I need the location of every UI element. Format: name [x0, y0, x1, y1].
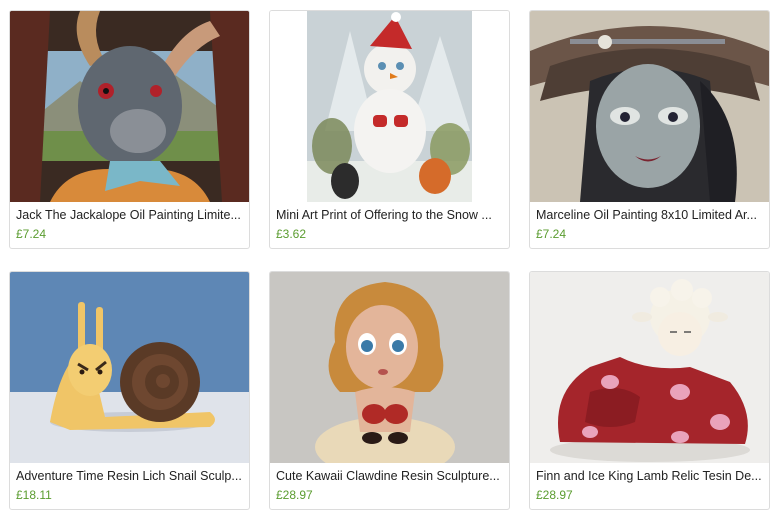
lamb-relic-sculpture-image	[530, 272, 769, 463]
clawdine-sculpture-image	[270, 272, 509, 463]
listing-image[interactable]	[10, 11, 249, 202]
listing-grid: Jack The Jackalope Oil Painting Limite..…	[0, 0, 778, 518]
listing-card[interactable]: Adventure Time Resin Lich Snail Sculp...…	[9, 271, 250, 510]
listing-price: £28.97	[276, 488, 313, 502]
listing-title[interactable]: Finn and Ice King Lamb Relic Tesin De...	[536, 469, 764, 483]
listing-price: £7.24	[16, 227, 47, 241]
listing-image[interactable]	[270, 272, 509, 463]
listing-image[interactable]	[530, 272, 769, 463]
listing-card[interactable]: Mini Art Print of Offering to the Snow .…	[269, 10, 510, 249]
listing-price: £28.97	[536, 488, 573, 502]
marceline-painting-image	[530, 11, 769, 202]
listing-image[interactable]	[10, 272, 249, 463]
listing-title[interactable]: Marceline Oil Painting 8x10 Limited Ar..…	[536, 208, 764, 222]
listing-card[interactable]: Cute Kawaii Clawdine Resin Sculpture... …	[269, 271, 510, 510]
listing-card[interactable]: Finn and Ice King Lamb Relic Tesin De...…	[529, 271, 770, 510]
listing-image[interactable]	[530, 11, 769, 202]
jackalope-painting-image	[10, 11, 249, 202]
listing-title[interactable]: Jack The Jackalope Oil Painting Limite..…	[16, 208, 244, 222]
listing-image[interactable]	[270, 11, 509, 202]
listing-title[interactable]: Adventure Time Resin Lich Snail Sculp...	[16, 469, 244, 483]
listing-price: £7.24	[536, 227, 567, 241]
snow-offering-print-image	[270, 11, 509, 202]
listing-title[interactable]: Cute Kawaii Clawdine Resin Sculpture...	[276, 469, 504, 483]
listing-card[interactable]: Jack The Jackalope Oil Painting Limite..…	[9, 10, 250, 249]
listing-title[interactable]: Mini Art Print of Offering to the Snow .…	[276, 208, 504, 222]
listing-card[interactable]: Marceline Oil Painting 8x10 Limited Ar..…	[529, 10, 770, 249]
listing-price: £3.62	[276, 227, 307, 241]
lich-snail-sculpture-image	[10, 272, 249, 463]
listing-price: £18.11	[16, 488, 52, 502]
